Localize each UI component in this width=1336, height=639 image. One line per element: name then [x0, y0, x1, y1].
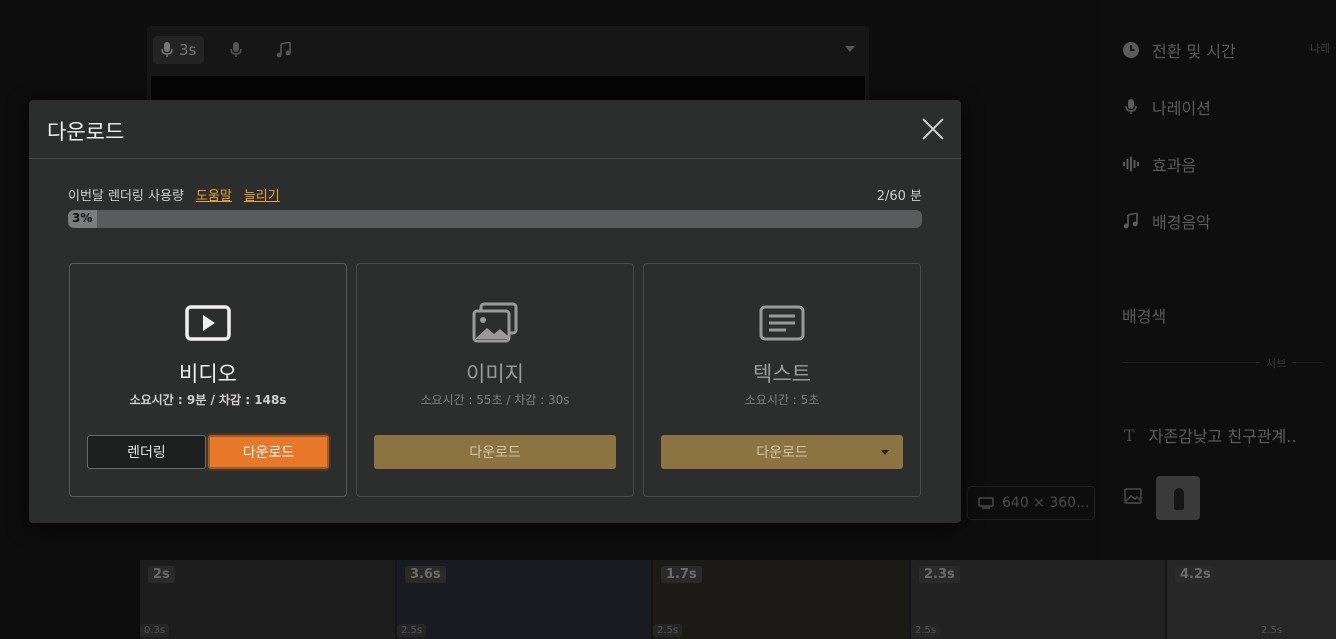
usage-label: 이번달 렌더링 사용량 [68, 189, 184, 204]
side-item-narration[interactable]: 나레이션 [1122, 95, 1211, 119]
card-title: 이미지 [466, 362, 524, 386]
help-link[interactable]: 도움말 [196, 185, 232, 204]
render-button[interactable]: 렌더링 [87, 435, 206, 469]
increase-link[interactable]: 늘리기 [244, 185, 280, 204]
resolution-label: 640 × 360... [1002, 495, 1090, 511]
text-icon: T [1124, 425, 1135, 445]
usage-progress-bar: 3% [68, 210, 922, 228]
image-card: 이미지 소요시간 : 55초 / 차감 : 30s 다운로드 [356, 263, 634, 497]
video-actions: 렌더링 다운로드 [87, 435, 329, 469]
tab-narration-duration[interactable]: 3s [153, 36, 205, 64]
monitor-icon [978, 497, 994, 509]
card-title: 비디오 [179, 362, 237, 386]
side-item-label: 전환 및 시간 [1152, 42, 1236, 61]
tab-music[interactable] [268, 36, 300, 64]
image-layer-row[interactable] [1124, 476, 1200, 520]
clip-duration: 4.2s [1175, 566, 1216, 583]
video-card: 비디오 소요시간 : 9분 / 차감 : 148s 렌더링 다운로드 [69, 263, 347, 497]
usage-amount: 2/60 분 [876, 189, 922, 204]
text-layer-row[interactable]: T 자존감낮고 친구관계.. [1124, 423, 1296, 447]
side-item-bgm[interactable]: 배경음악 [1122, 209, 1211, 233]
side-item-label: 배경음악 [1152, 213, 1211, 232]
properties-side-panel: 전환 및 시간 나레 나레이션 효과음 배경음악 배경색 서브 T 자존감낮고 … [1100, 0, 1336, 560]
clock-icon [1122, 41, 1140, 59]
sound-wave-icon [1122, 155, 1140, 173]
text-document-icon [759, 305, 805, 341]
clip-transition[interactable]: 2.5s [911, 624, 941, 637]
timeline-clip[interactable]: 1.7s 2.5s [653, 560, 909, 639]
clip-transition[interactable]: 2.5s [653, 624, 683, 637]
text-download-button[interactable]: 다운로드 [661, 435, 903, 469]
download-modal: 다운로드 이번달 렌더링 사용량 도움말 늘리기 2/60 분 3% 비디오 소… [29, 100, 961, 523]
audio-tabs: 3s [153, 36, 300, 64]
tab-mic[interactable] [222, 36, 250, 64]
side-item-label: 효과음 [1152, 156, 1197, 175]
download-options: 비디오 소요시간 : 9분 / 차감 : 148s 렌더링 다운로드 이미지 소… [69, 263, 921, 497]
button-label: 다운로드 [756, 445, 808, 461]
render-usage-row: 이번달 렌더링 사용량 도움말 늘리기 2/60 분 [68, 185, 922, 204]
card-subtitle: 소요시간 : 5초 [744, 393, 820, 407]
text-card: 텍스트 소요시간 : 5초 다운로드 [643, 263, 921, 497]
chevron-down-icon[interactable] [881, 450, 889, 455]
music-note-icon [277, 42, 292, 58]
clip-transition[interactable]: 2.5s [1257, 624, 1287, 637]
card-title: 텍스트 [753, 362, 811, 386]
modal-title: 다운로드 [47, 120, 125, 144]
mic-icon [1122, 98, 1140, 116]
image-thumbnail[interactable] [1156, 476, 1200, 520]
chevron-down-icon[interactable] [845, 46, 855, 52]
video-play-icon [185, 305, 231, 341]
video-download-button[interactable]: 다운로드 [208, 435, 329, 469]
image-download-button[interactable]: 다운로드 [374, 435, 616, 469]
timeline-clip[interactable]: 4.2s 2.5s [1167, 560, 1336, 639]
clip-transition[interactable]: 0.3s [140, 624, 170, 637]
tab-label: 3s [179, 41, 197, 59]
text-layer-label: 자존감낮고 친구관계.. [1148, 427, 1297, 446]
music-note-icon [1122, 212, 1140, 230]
side-item-transition[interactable]: 전환 및 시간 [1122, 38, 1236, 62]
text-actions: 다운로드 [661, 435, 903, 469]
timeline: 2s 0.3s 3.6s 2.5s 1.7s 2.5s 2.3s 2.5s 4.… [140, 560, 1336, 639]
divider-label: 서브 [1260, 355, 1293, 371]
side-extra-label: 나레 [1310, 42, 1331, 55]
clip-duration: 3.6s [405, 566, 446, 583]
images-icon [472, 302, 518, 343]
timeline-clip[interactable]: 2.3s 2.5s [911, 560, 1165, 639]
side-item-label: 나레이션 [1152, 99, 1211, 118]
image-icon [1124, 488, 1142, 508]
clip-transition[interactable]: 2.5s [397, 624, 427, 637]
image-actions: 다운로드 [374, 435, 616, 469]
clip-duration: 2s [148, 566, 175, 583]
card-subtitle: 소요시간 : 55초 / 차감 : 30s [420, 393, 570, 407]
close-icon[interactable] [921, 117, 945, 141]
timeline-clip[interactable]: 3.6s 2.5s [397, 560, 651, 639]
clip-duration: 1.7s [661, 566, 702, 583]
bg-color-label: 배경색 [1122, 307, 1167, 326]
card-subtitle: 소요시간 : 9분 / 차감 : 148s [129, 393, 287, 407]
resolution-selector[interactable]: 640 × 360... [967, 486, 1095, 520]
usage-percent: 3% [72, 211, 93, 225]
clip-duration: 2.3s [919, 566, 960, 583]
app-stage: 3s 전환 및 시간 나레 나레이션 효과음 배경음악 배경색 서브 T 자존감… [0, 0, 1336, 639]
mic-icon [161, 42, 173, 57]
side-item-sfx[interactable]: 효과음 [1122, 152, 1196, 176]
modal-header: 다운로드 [29, 100, 961, 159]
mic-icon [230, 42, 243, 57]
timeline-clip[interactable]: 2s 0.3s [140, 560, 395, 639]
